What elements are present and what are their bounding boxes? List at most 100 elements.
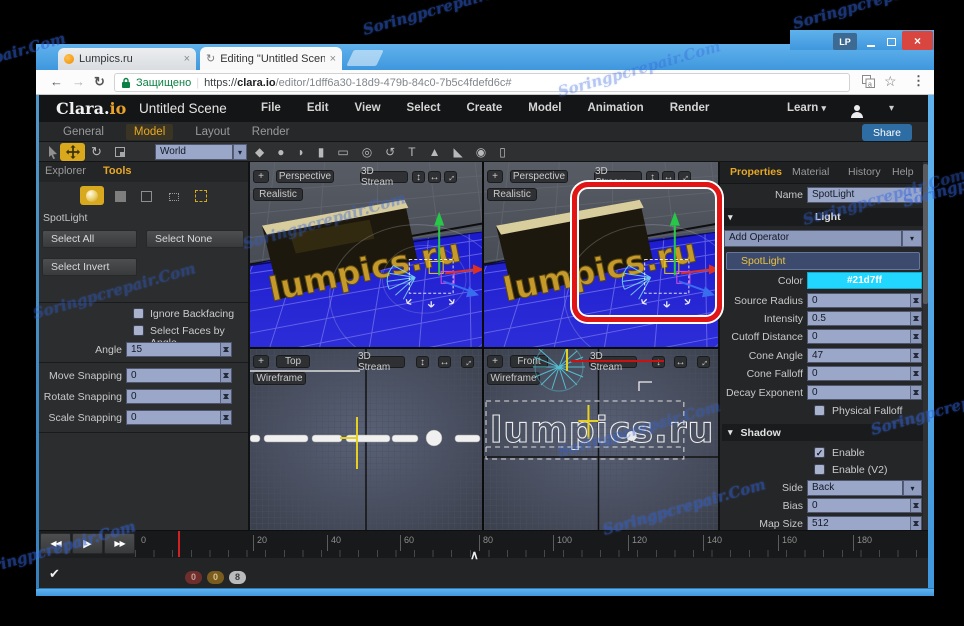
viewport-name-button[interactable]: Perspective [276, 170, 334, 183]
primitive-pyramid-icon[interactable]: ▲ [429, 145, 441, 159]
resize-horizontal-icon[interactable]: ↔ [438, 356, 451, 368]
user-caret-icon[interactable]: ▾ [889, 103, 894, 114]
primitive-cylinder-icon[interactable]: ▮ [318, 145, 325, 159]
name-input[interactable]: SpotLight [807, 187, 922, 203]
primitive-plane-icon[interactable]: ▭ [337, 145, 348, 159]
vertex-mode-icon[interactable] [169, 193, 179, 201]
rotate-tool-icon[interactable]: ↻ [91, 144, 102, 160]
browser-tab-lumpics[interactable]: Lumpics.ru × [58, 48, 196, 70]
info-count-badge[interactable]: 8 [229, 571, 246, 584]
select-none-button[interactable]: Select None [146, 230, 244, 248]
primitive-text-icon[interactable]: T [408, 145, 415, 159]
share-button[interactable]: Share [862, 124, 912, 141]
primitive-helix-icon[interactable]: ↺ [385, 145, 395, 159]
workspace-tab-render[interactable]: Render [252, 126, 290, 138]
cone-falloff-input[interactable]: 0 [807, 366, 922, 381]
tab-properties[interactable]: Properties [730, 166, 782, 178]
marquee-select-icon[interactable] [195, 190, 207, 202]
timeline-ruler[interactable]: 0 20 40 60 80 100 120 140 160 180 [135, 531, 928, 559]
spinner[interactable] [910, 312, 921, 325]
timeline-playhead[interactable] [178, 531, 180, 557]
scale-snapping-input[interactable]: 0 [126, 410, 232, 425]
move-snapping-input[interactable]: 0 [126, 368, 232, 383]
shadow-enable-checkbox[interactable]: ✓ [814, 447, 825, 458]
minimize-button[interactable] [860, 33, 881, 50]
tab-close-icon[interactable]: × [184, 53, 190, 65]
spinner[interactable] [910, 349, 921, 362]
viewport-front[interactable]: lumpics.ru + Front 3D Stream ↕ ↔ ↔ Wiref… [484, 349, 718, 530]
cutoff-distance-input[interactable]: 0 [807, 329, 922, 344]
move-tool-button[interactable] [60, 143, 85, 161]
panel-scrollbar[interactable] [923, 162, 928, 530]
viewport-add-button[interactable]: + [487, 170, 503, 183]
workspace-tab-layout[interactable]: Layout [195, 126, 230, 138]
tab-help[interactable]: Help [892, 166, 914, 178]
select-invert-button[interactable]: Select Invert [42, 258, 137, 276]
shadow-section-header[interactable]: ▾ Shadow [722, 424, 923, 441]
menu-create[interactable]: Create [466, 102, 502, 114]
viewport-perspective-1[interactable]: lumpics.ru + Perspective 3D Stream ↕ ↔ ↔… [250, 162, 482, 347]
resize-horizontal-icon[interactable]: ↔ [428, 171, 441, 183]
menu-view[interactable]: View [355, 102, 381, 114]
scale-tool-icon[interactable] [115, 147, 125, 157]
side-select-caret[interactable]: ▾ [903, 480, 922, 496]
menu-render[interactable]: Render [670, 102, 710, 114]
url-field[interactable]: Защищено | https://clara.io/editor/1dff6… [114, 73, 850, 92]
tab-history[interactable]: History [848, 166, 881, 178]
angle-input[interactable]: 15 [126, 342, 232, 357]
decay-exponent-input[interactable]: 0 [807, 385, 922, 400]
light-section-header[interactable]: ▾ Light [720, 208, 923, 226]
tab-material[interactable]: Material [792, 166, 829, 178]
color-swatch-button[interactable]: #21d7ff [807, 272, 922, 289]
spinner[interactable] [910, 367, 921, 380]
tab-tools[interactable]: Tools [103, 165, 132, 177]
light-mode-button[interactable] [80, 186, 104, 205]
menu-model[interactable]: Model [528, 102, 561, 114]
resize-vertical-icon[interactable]: ↕ [412, 171, 425, 183]
viewport-add-button[interactable]: + [253, 355, 269, 368]
status-check-icon[interactable]: ✔ [49, 566, 60, 582]
forward-icon[interactable]: → [72, 74, 85, 89]
user-account-icon[interactable] [851, 105, 863, 118]
profile-badge[interactable]: LP [833, 33, 857, 50]
spinner[interactable] [910, 499, 921, 512]
primitive-capsule-icon[interactable]: ▯ [499, 145, 506, 159]
source-radius-input[interactable]: 0 [807, 293, 922, 308]
rotate-snapping-input[interactable]: 0 [126, 389, 232, 404]
back-icon[interactable]: ← [50, 74, 63, 89]
error-count-badge[interactable]: 0 [185, 571, 202, 584]
maximize-button[interactable] [881, 33, 902, 50]
timeline-collapse-icon[interactable]: ∧ [470, 548, 479, 562]
primitive-geosphere-icon[interactable]: ◉ [476, 145, 486, 159]
viewport-name-button[interactable]: Perspective [510, 170, 568, 183]
spinner[interactable] [220, 411, 231, 424]
scrollbar-thumb[interactable] [923, 164, 928, 304]
primitive-sphere-icon[interactable]: ● [277, 145, 284, 159]
reload-icon[interactable]: ↻ [94, 74, 105, 90]
workspace-tab-general[interactable]: General [63, 126, 104, 138]
select-faces-by-angle-checkbox[interactable] [133, 325, 144, 336]
spinner[interactable] [220, 369, 231, 382]
map-size-input[interactable]: 512 [807, 516, 922, 531]
world-select[interactable]: World [155, 144, 233, 160]
tab-close-icon[interactable]: × [330, 53, 336, 65]
resize-diagonal-icon[interactable]: ↔ [460, 355, 475, 370]
menu-file[interactable]: File [261, 102, 281, 114]
face-mode-icon[interactable] [141, 191, 152, 202]
chrome-menu-icon[interactable]: ⋮ [912, 73, 925, 89]
skip-start-button[interactable]: ◀◀ [40, 533, 71, 554]
warning-count-badge[interactable]: 0 [207, 571, 224, 584]
primitive-torus-icon[interactable]: ◎ [362, 145, 372, 159]
browser-tab-editor[interactable]: ↻ Editing "Untitled Scene" × [200, 47, 342, 70]
menu-animation[interactable]: Animation [587, 102, 643, 114]
spinner[interactable] [910, 330, 921, 343]
spinner[interactable] [220, 343, 231, 356]
add-operator-caret[interactable]: ▾ [902, 230, 922, 247]
viewport-add-button[interactable]: + [487, 355, 503, 368]
shading-mode-button[interactable]: Realistic [253, 188, 303, 201]
select-tool-icon[interactable] [47, 146, 59, 159]
primitive-cube-icon[interactable]: ◆ [255, 145, 264, 159]
select-all-button[interactable]: Select All [42, 230, 137, 248]
resize-vertical-icon[interactable]: ↕ [416, 356, 429, 368]
menu-select[interactable]: Select [407, 102, 441, 114]
